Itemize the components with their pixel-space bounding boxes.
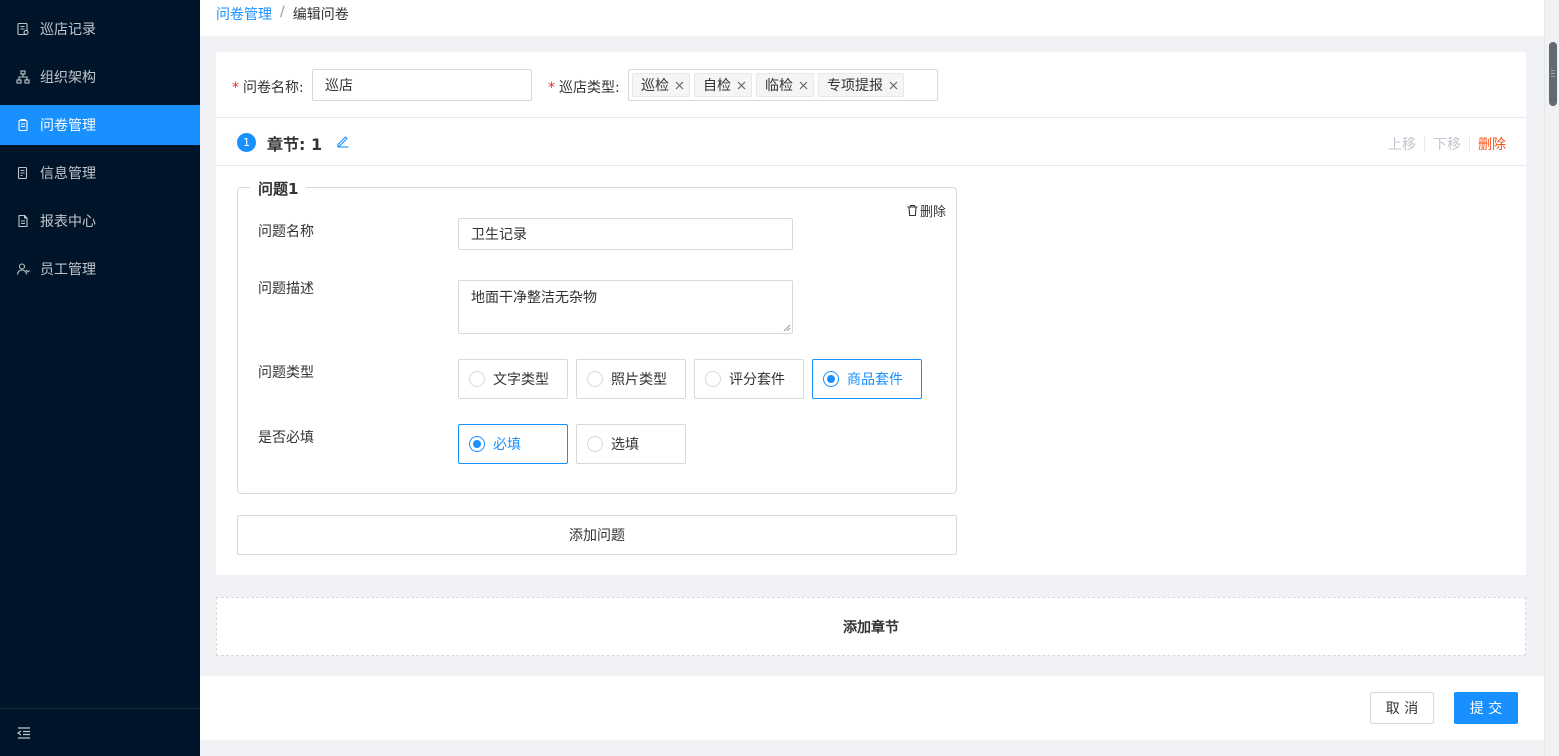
patrol-type-label: * 巡店类型: <box>548 80 620 96</box>
questionnaire-name-label: * 问卷名称: <box>232 80 304 96</box>
trash-icon <box>907 204 918 217</box>
question-name-input[interactable] <box>458 218 793 250</box>
sidebar-item-report-center[interactable]: 报表中心 <box>0 201 200 241</box>
required-option-no[interactable]: 选填 <box>576 424 686 464</box>
delete-section-button[interactable]: 删除 <box>1478 134 1506 154</box>
sidebar-item-patrol-records[interactable]: 巡店记录 <box>0 9 200 49</box>
footer-actions: 取 消 提 交 <box>200 676 1544 740</box>
radio-checked-icon <box>823 371 839 387</box>
required-label: 是否必填 <box>258 430 314 446</box>
section-actions: 上移 下移 删除 <box>1388 134 1506 154</box>
questionnaire-icon <box>16 118 30 132</box>
record-icon <box>16 22 30 36</box>
patrol-type-tag: 临检 <box>756 73 814 97</box>
cancel-button[interactable]: 取 消 <box>1370 692 1434 724</box>
questionnaire-name-input[interactable] <box>312 69 532 101</box>
sidebar-item-label: 巡店记录 <box>40 22 96 38</box>
move-up-button[interactable]: 上移 <box>1388 134 1416 154</box>
question-type-option-text[interactable]: 文字类型 <box>458 359 568 399</box>
move-down-button[interactable]: 下移 <box>1433 134 1461 154</box>
radio-icon <box>705 371 721 387</box>
close-icon[interactable] <box>735 79 747 91</box>
close-icon[interactable] <box>673 79 685 91</box>
breadcrumb-current: 编辑问卷 <box>292 7 349 23</box>
main-content: 问卷管理 / 编辑问卷 *问卷名称: *巡店类型: 巡检 自检 临检 <box>200 0 1544 756</box>
section-header: 1 章节: 1 上移 下移 删除 <box>216 118 1526 166</box>
questionnaire-form: *问卷名称: *巡店类型: 巡检 自检 临检 专项提报 <box>216 52 1526 575</box>
radio-icon <box>587 371 603 387</box>
staff-icon <box>16 262 30 276</box>
section-number-badge: 1 <box>237 133 256 152</box>
question-type-option-rating[interactable]: 评分套件 <box>694 359 804 399</box>
patrol-type-tag: 巡检 <box>632 73 690 97</box>
sidebar-item-org-structure[interactable]: 组织架构 <box>0 57 200 97</box>
close-icon[interactable] <box>887 79 899 91</box>
divider <box>1424 137 1425 151</box>
resize-grip-icon[interactable] <box>782 323 791 332</box>
radio-icon <box>587 436 603 452</box>
breadcrumb-link-questionnaire[interactable]: 问卷管理 <box>216 4 272 24</box>
sidebar-item-info-management[interactable]: 信息管理 <box>0 153 200 193</box>
radio-icon <box>469 371 485 387</box>
breadcrumb-separator: / <box>280 4 285 20</box>
sidebar-item-questionnaire[interactable]: 问卷管理 <box>0 105 200 145</box>
question-type-option-photo[interactable]: 照片类型 <box>576 359 686 399</box>
add-question-button[interactable]: 添加问题 <box>237 515 957 555</box>
sidebar-item-label: 信息管理 <box>40 166 96 182</box>
breadcrumb: 问卷管理 / 编辑问卷 <box>200 0 1544 36</box>
required-option-yes[interactable]: 必填 <box>458 424 568 464</box>
patrol-type-tag: 专项提报 <box>818 73 904 97</box>
submit-button[interactable]: 提 交 <box>1454 692 1518 724</box>
sidebar: 巡店记录 组织架构 问卷管理 信息管理 报表中心 员工管理 <box>0 0 200 756</box>
sidebar-collapse-button[interactable] <box>0 708 200 756</box>
section-title: 章节: 1 <box>267 135 323 154</box>
page-scrollbar[interactable] <box>1544 0 1559 756</box>
sidebar-item-label: 组织架构 <box>40 70 96 86</box>
org-tree-icon <box>16 70 30 84</box>
scrollbar-thumb[interactable] <box>1549 42 1557 106</box>
info-doc-icon <box>16 166 30 180</box>
question-name-label: 问题名称 <box>258 224 314 240</box>
question-desc-label: 问题描述 <box>258 281 314 297</box>
menu-fold-icon <box>16 726 32 740</box>
add-section-button[interactable]: 添加章节 <box>216 597 1526 656</box>
question-title: 问题1 <box>250 178 307 199</box>
sidebar-item-label: 报表中心 <box>40 214 96 230</box>
question-desc-textarea[interactable]: 地面干净整洁无杂物 <box>458 280 793 334</box>
sidebar-item-label: 员工管理 <box>40 262 96 278</box>
patrol-type-tag: 自检 <box>694 73 752 97</box>
sidebar-item-label: 问卷管理 <box>40 118 96 134</box>
divider <box>1469 137 1470 151</box>
report-icon <box>16 214 30 228</box>
delete-question-button[interactable]: 删除 <box>906 201 946 220</box>
question-type-option-product[interactable]: 商品套件 <box>812 359 922 399</box>
patrol-type-select[interactable]: 巡检 自检 临检 专项提报 <box>628 69 938 101</box>
radio-checked-icon <box>469 436 485 452</box>
sidebar-item-staff-management[interactable]: 员工管理 <box>0 249 200 289</box>
edit-icon[interactable] <box>336 134 350 148</box>
form-header-fields: *问卷名称: *巡店类型: 巡检 自检 临检 专项提报 <box>216 52 1526 118</box>
question-card: 问题1 删除 问题名称 问题描述 地面干净整洁无杂物 问题类型 文字类型 照片类… <box>237 178 957 494</box>
question-type-label: 问题类型 <box>258 365 314 381</box>
close-icon[interactable] <box>797 79 809 91</box>
